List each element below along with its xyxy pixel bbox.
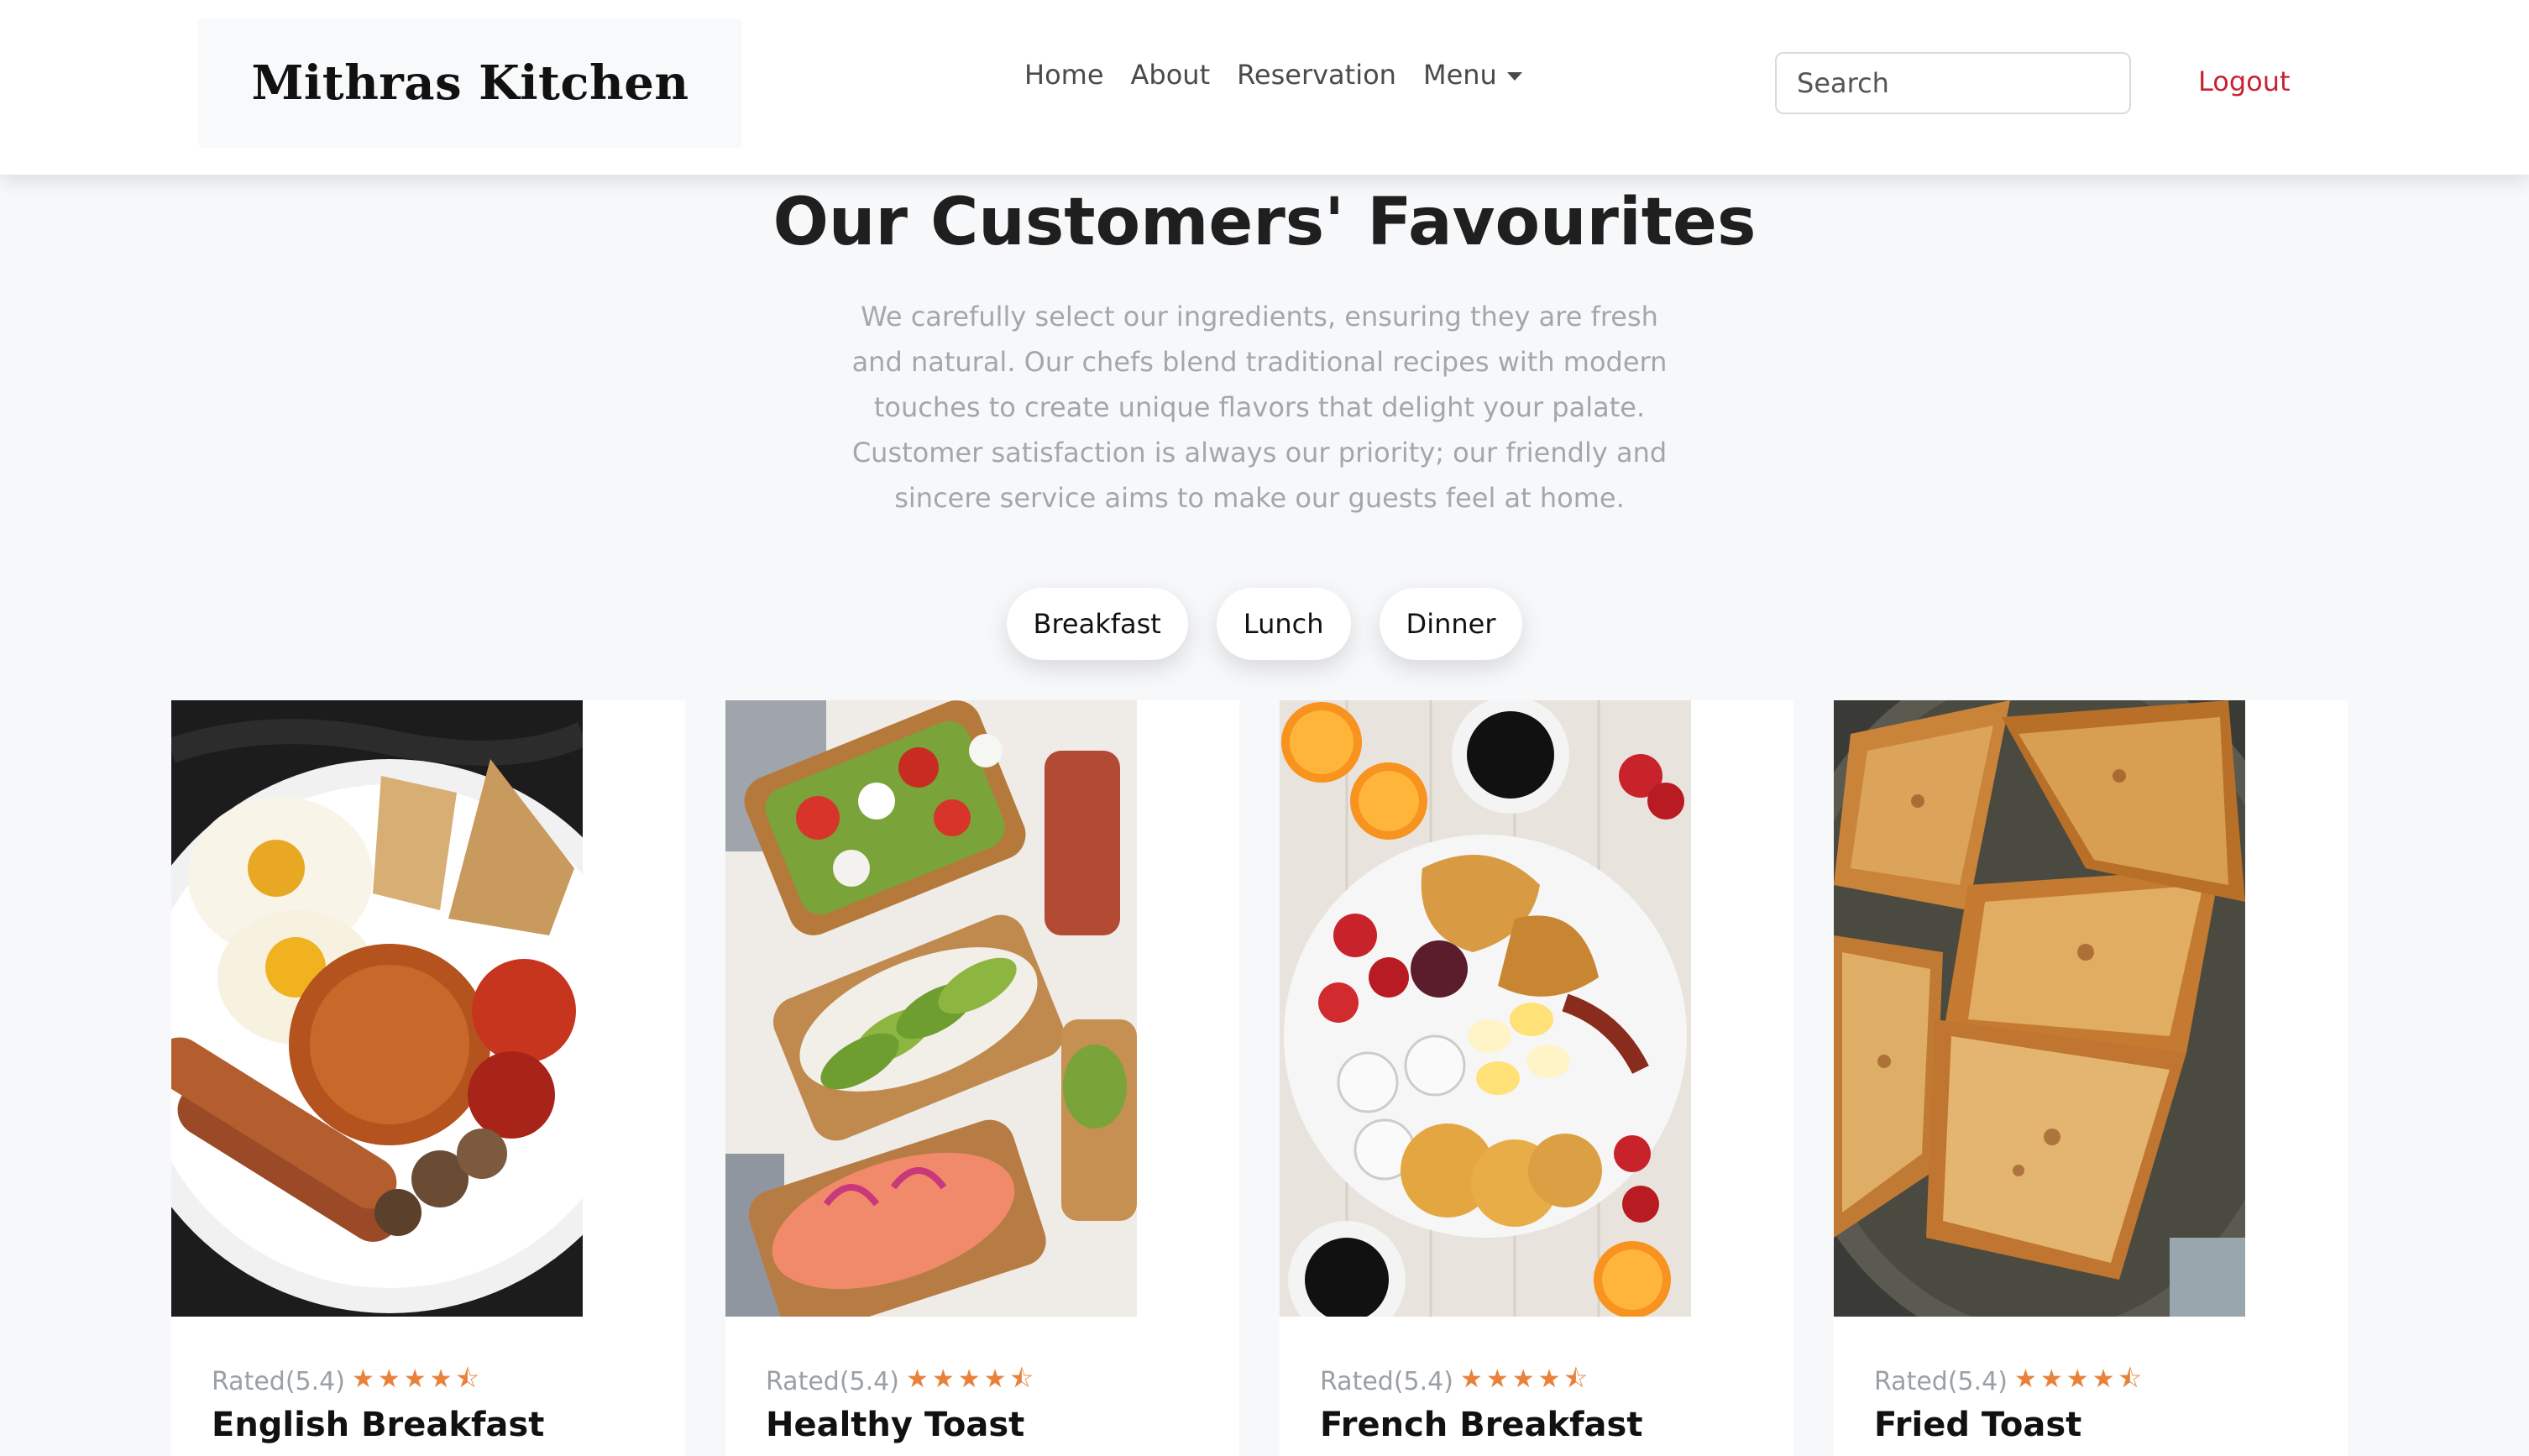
card-title: Healthy Toast bbox=[766, 1406, 1025, 1444]
logout-link[interactable]: Logout bbox=[2198, 65, 2291, 97]
card-title: Fried Toast bbox=[1874, 1406, 2082, 1444]
search-input[interactable] bbox=[1775, 52, 2131, 114]
food-card[interactable]: Rated(5.4) ★★★★⯪ Fried Toast bbox=[1834, 700, 2348, 1456]
star-rating-icon: ★★★★⯪ bbox=[905, 1364, 1037, 1394]
card-rating: Rated(5.4) ★★★★⯪ bbox=[212, 1360, 483, 1403]
navbar: Mithras Kitchen Home About Reservation M… bbox=[0, 0, 2529, 175]
food-image-english-breakfast[interactable] bbox=[171, 700, 583, 1317]
main-nav: Home About Reservation Menu bbox=[1024, 59, 1522, 91]
brand-logo[interactable]: Mithras Kitchen bbox=[251, 55, 689, 111]
rating-text: Rated(5.4) bbox=[1320, 1367, 1453, 1396]
tab-breakfast[interactable]: Breakfast bbox=[1006, 588, 1188, 660]
card-rating: Rated(5.4) ★★★★⯪ bbox=[766, 1360, 1037, 1403]
rating-text: Rated(5.4) bbox=[766, 1367, 899, 1396]
card-title: French Breakfast bbox=[1320, 1406, 1643, 1444]
nav-menu-label: Menu bbox=[1422, 59, 1497, 91]
card-title: English Breakfast bbox=[212, 1406, 545, 1444]
nav-link-reservation[interactable]: Reservation bbox=[1237, 59, 1396, 91]
food-image-healthy-toast[interactable] bbox=[725, 700, 1137, 1317]
nav-link-home[interactable]: Home bbox=[1024, 59, 1104, 91]
card-rating: Rated(5.4) ★★★★⯪ bbox=[1874, 1360, 2145, 1403]
card-rating: Rated(5.4) ★★★★⯪ bbox=[1320, 1360, 1591, 1403]
nav-menu-dropdown[interactable]: Menu bbox=[1423, 59, 1522, 91]
food-image-fried-toast[interactable] bbox=[1834, 700, 2245, 1317]
nav-link-about[interactable]: About bbox=[1131, 59, 1211, 91]
brand-logo-box[interactable]: Mithras Kitchen bbox=[198, 18, 742, 148]
caret-down-icon bbox=[1506, 72, 1522, 81]
star-rating-icon: ★★★★⯪ bbox=[2013, 1364, 2145, 1394]
star-rating-icon: ★★★★⯪ bbox=[351, 1364, 483, 1394]
rating-text: Rated(5.4) bbox=[212, 1367, 345, 1396]
food-card[interactable]: Rated(5.4) ★★★★⯪ French Breakfast bbox=[1280, 700, 1793, 1456]
meal-tabs: Breakfast Lunch Dinner bbox=[0, 588, 2529, 660]
food-card[interactable]: Rated(5.4) ★★★★⯪ Healthy Toast bbox=[725, 700, 1239, 1456]
tab-dinner[interactable]: Dinner bbox=[1379, 588, 1523, 660]
section-title: Our Customers' Favourites bbox=[772, 185, 1757, 260]
tab-lunch[interactable]: Lunch bbox=[1216, 588, 1351, 660]
section-description: We carefully select our ingredients, ens… bbox=[851, 301, 1668, 514]
food-card[interactable]: Rated(5.4) ★★★★⯪ English Breakfast bbox=[171, 700, 685, 1456]
star-rating-icon: ★★★★⯪ bbox=[1459, 1364, 1591, 1394]
rating-text: Rated(5.4) bbox=[1874, 1367, 2008, 1396]
food-image-french-breakfast[interactable] bbox=[1280, 700, 1691, 1317]
